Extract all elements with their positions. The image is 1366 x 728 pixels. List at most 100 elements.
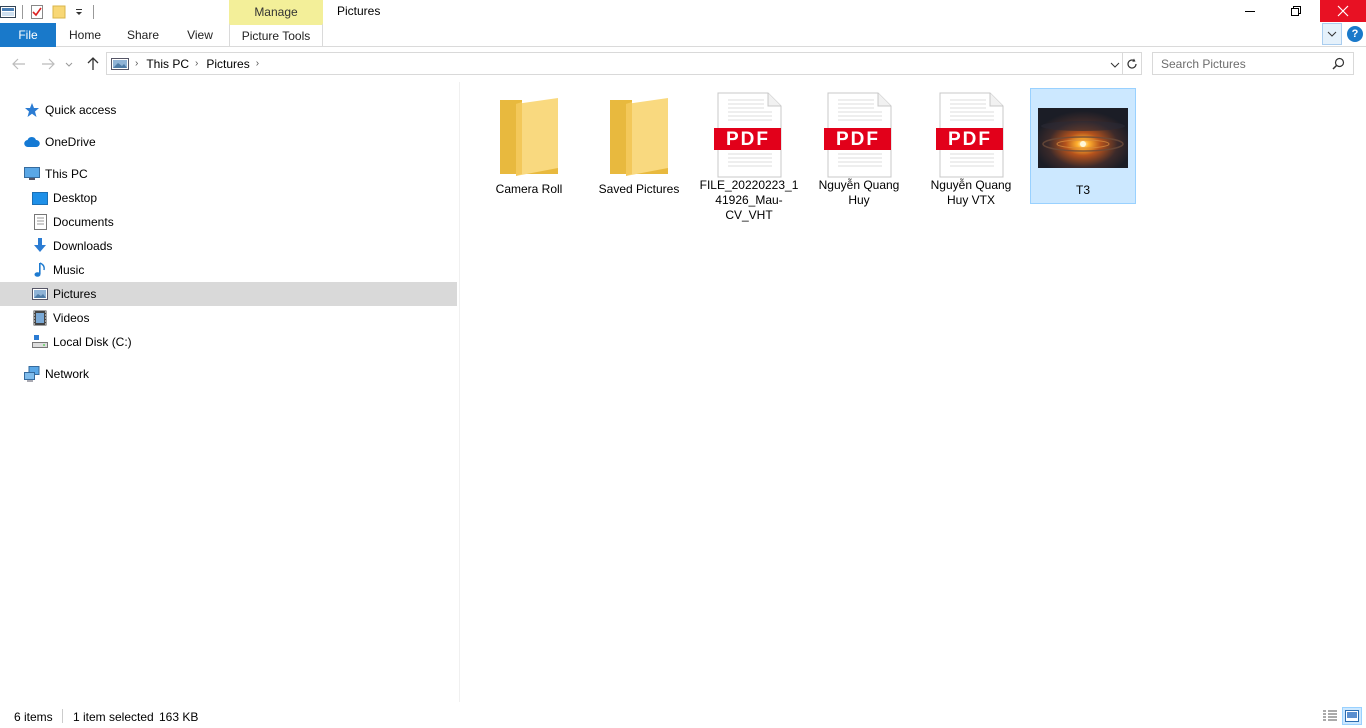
pdf-badge-label: PDF: [726, 129, 770, 150]
tab-share[interactable]: Share: [116, 23, 170, 47]
refresh-icon: [1127, 58, 1137, 69]
breadcrumb-chevron-icon[interactable]: ›: [256, 58, 259, 69]
title-bar: Manage Pictures: [0, 0, 1366, 23]
refresh-button[interactable]: [1123, 52, 1142, 75]
search-input[interactable]: [1153, 56, 1323, 71]
window-title: Pictures: [337, 4, 381, 18]
selection-size: 163 KB: [159, 710, 199, 724]
folder-icon: [591, 92, 687, 182]
tab-home[interactable]: Home: [58, 23, 112, 47]
minimize-icon: [1245, 11, 1255, 12]
file-list: Camera Roll Saved Pictures PDF FILE_2022…: [460, 82, 1366, 704]
large-icons-view-button[interactable]: [1342, 707, 1362, 725]
tab-manage[interactable]: Manage: [229, 0, 323, 23]
sidebar-item-desktop[interactable]: Desktop: [0, 186, 457, 210]
pdf-badge-label: PDF: [836, 129, 880, 150]
pictures-icon: [32, 286, 48, 302]
chevron-down-icon: [65, 62, 73, 67]
properties-icon[interactable]: [29, 4, 45, 20]
tab-view[interactable]: View: [174, 23, 226, 47]
sidebar-item-label: Documents: [53, 215, 114, 229]
sidebar-item-label: OneDrive: [45, 135, 96, 149]
file-item-t3[interactable]: T3: [1030, 88, 1136, 204]
file-item-saved-pictures[interactable]: Saved Pictures: [586, 88, 692, 204]
sidebar-item-documents[interactable]: Documents: [0, 210, 457, 234]
expand-ribbon-button[interactable]: [1322, 23, 1342, 45]
image-thumbnail: [1035, 93, 1131, 183]
new-folder-icon[interactable]: [51, 4, 67, 20]
item-count: 6 items: [14, 710, 53, 724]
network-icon: [24, 366, 40, 382]
file-name: Saved Pictures: [598, 182, 680, 196]
pdf-file-icon: PDF: [701, 92, 797, 178]
tab-picture-tools[interactable]: Picture Tools: [229, 23, 323, 47]
sidebar-item-network[interactable]: Network: [0, 362, 457, 386]
up-button[interactable]: [82, 54, 104, 74]
window-menu-icon[interactable]: [0, 4, 16, 20]
download-icon: [32, 238, 48, 254]
sidebar-item-downloads[interactable]: Downloads: [0, 234, 457, 258]
star-icon: [24, 102, 40, 118]
close-button[interactable]: [1320, 0, 1366, 22]
breadcrumb-this-pc[interactable]: This PC: [146, 57, 189, 71]
file-name: Nguyễn Quang Huy: [818, 178, 900, 207]
file-item-pdf-nguyen-quang-huy[interactable]: PDF Nguyễn Quang Huy: [806, 88, 912, 207]
address-bar[interactable]: › This PC › Pictures ›: [106, 52, 1123, 75]
recent-locations-button[interactable]: [62, 54, 76, 74]
arrow-left-icon: [12, 58, 25, 70]
navigation-pane: Quick access OneDrive This PC Desktop Do…: [0, 82, 458, 704]
address-dropdown-button[interactable]: [1110, 57, 1120, 71]
sidebar-item-music[interactable]: Music: [0, 258, 457, 282]
sidebar-item-pictures[interactable]: Pictures: [0, 282, 457, 306]
chevron-down-icon: [1327, 31, 1337, 37]
tab-file[interactable]: File: [0, 23, 56, 47]
breadcrumb-chevron-icon[interactable]: ›: [195, 58, 198, 69]
details-view-icon: [1323, 710, 1337, 721]
help-button[interactable]: ?: [1347, 26, 1363, 42]
music-icon: [32, 262, 48, 278]
search-box[interactable]: [1152, 52, 1354, 75]
sidebar-item-onedrive[interactable]: OneDrive: [0, 130, 457, 154]
customize-qat-icon[interactable]: [71, 4, 87, 20]
folder-icon: [481, 92, 577, 182]
sidebar-item-this-pc[interactable]: This PC: [0, 162, 457, 186]
ribbon-tabs: File Home Share View Picture Tools ?: [0, 23, 1366, 47]
sidebar-item-quick-access[interactable]: Quick access: [0, 98, 457, 122]
qat-separator: [22, 4, 23, 19]
restore-button[interactable]: [1273, 0, 1319, 22]
sidebar-item-label: Desktop: [53, 191, 98, 205]
sidebar-item-label: Quick access: [45, 103, 117, 117]
qat-separator: [93, 4, 94, 19]
restore-icon: [1291, 6, 1301, 16]
chevron-down-icon: [1110, 62, 1120, 68]
back-button[interactable]: [8, 54, 30, 74]
quick-access-toolbar: [0, 0, 100, 23]
sidebar-item-label: Network: [45, 367, 90, 381]
pdf-file-icon: PDF: [923, 92, 1019, 178]
breadcrumb-chevron-icon[interactable]: ›: [135, 58, 138, 69]
sidebar-item-local-disk[interactable]: Local Disk (C:): [0, 330, 457, 354]
status-separator: [62, 709, 63, 723]
file-item-pdf-nguyen-quang-huy-vtx[interactable]: PDF Nguyễn Quang Huy VTX: [918, 88, 1024, 207]
sidebar-item-label: Downloads: [53, 239, 113, 253]
sidebar-item-label: This PC: [45, 167, 88, 181]
file-name: Camera Roll: [495, 182, 563, 196]
breadcrumb-pictures[interactable]: Pictures: [206, 57, 249, 71]
details-view-button[interactable]: [1320, 707, 1340, 725]
search-icon[interactable]: [1332, 57, 1345, 73]
minimize-button[interactable]: [1227, 0, 1273, 22]
sidebar-item-label: Pictures: [53, 287, 97, 301]
sidebar-item-videos[interactable]: Videos: [0, 306, 457, 330]
forward-button[interactable]: [37, 54, 59, 74]
close-icon: [1337, 5, 1349, 17]
file-item-camera-roll[interactable]: Camera Roll: [476, 88, 582, 204]
document-icon: [32, 214, 48, 230]
file-item-pdf-mau-cv[interactable]: PDF FILE_20220223_141926_Mau-CV_VHT: [696, 88, 802, 222]
video-icon: [32, 310, 48, 326]
arrow-up-icon: [87, 57, 99, 70]
pdf-badge-label: PDF: [948, 129, 992, 150]
file-name: T3: [1075, 183, 1090, 197]
large-icons-view-icon: [1345, 710, 1359, 722]
pdf-file-icon: PDF: [811, 92, 907, 178]
file-name: FILE_20220223_141926_Mau-CV_VHT: [699, 178, 799, 222]
